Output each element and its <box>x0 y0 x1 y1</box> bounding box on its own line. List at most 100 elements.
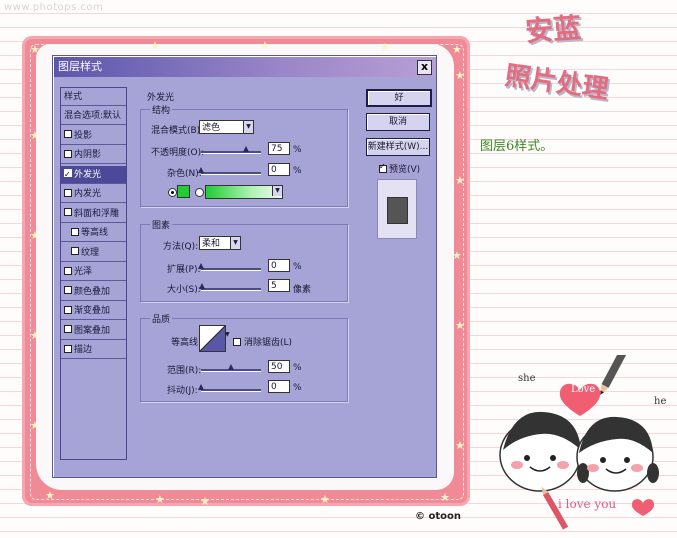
blend-mode-select[interactable]: 滤色 ▼ <box>199 120 254 134</box>
contour-picker[interactable] <box>199 325 226 352</box>
style-item-checkbox[interactable] <box>64 130 72 138</box>
size-input[interactable]: 5 <box>268 279 290 292</box>
star-icon: ★ <box>452 249 462 262</box>
range-slider-handle[interactable] <box>228 364 234 370</box>
style-item-label: 图案叠加 <box>74 325 111 336</box>
style-item-checkbox[interactable] <box>71 227 79 236</box>
gradient-radio[interactable] <box>195 188 204 197</box>
noise-slider[interactable] <box>201 172 261 175</box>
dialog-title: 图层样式 <box>58 60 102 73</box>
style-item[interactable]: 渐变叠加 <box>61 302 126 320</box>
style-item[interactable]: 等高线 <box>61 224 126 242</box>
style-item[interactable]: 纹理 <box>61 244 126 262</box>
style-item-label: 外发光 <box>74 169 102 180</box>
layer-style-dialog: 图层样式 x 样式 混合选项:默认投影内阴影外发光内发光斜面和浮雕等高线纹理光泽… <box>52 55 437 478</box>
star-icon: ★ <box>455 174 465 187</box>
cancel-button[interactable]: 取消 <box>366 113 430 131</box>
style-item[interactable]: 描边 <box>61 341 126 359</box>
style-item-checkbox[interactable] <box>64 266 72 275</box>
noise-unit: % <box>293 166 302 176</box>
star-icon: ★ <box>150 39 160 52</box>
chevron-down-icon[interactable]: ▼ <box>225 331 230 338</box>
gradient-picker[interactable]: ▼ <box>205 185 283 199</box>
spread-unit: % <box>293 262 302 272</box>
styles-header[interactable]: 样式 <box>61 88 126 106</box>
style-item-label: 描边 <box>74 345 93 355</box>
style-item-label: 内发光 <box>74 189 102 199</box>
spread-input[interactable]: 0 <box>268 259 290 272</box>
i-love-you-text: i love you <box>558 497 617 511</box>
style-item-checkbox[interactable] <box>64 286 72 294</box>
opacity-slider-handle[interactable] <box>243 146 249 152</box>
star-icon: ★ <box>455 319 465 332</box>
spread-slider[interactable] <box>201 268 261 271</box>
star-icon: ★ <box>440 491 450 504</box>
jitter-slider[interactable] <box>201 389 261 392</box>
opacity-slider[interactable] <box>201 151 261 154</box>
star-icon: ★ <box>155 493 165 506</box>
opacity-input[interactable]: 75 <box>268 142 290 155</box>
style-item-checkbox[interactable] <box>64 149 72 158</box>
technique-value: 柔和 <box>202 239 221 249</box>
style-item[interactable]: 光泽 <box>61 263 126 281</box>
jitter-label: 抖动(J): <box>167 386 198 396</box>
star-icon: ★ <box>30 229 40 242</box>
star-icon: ★ <box>30 129 40 142</box>
spread-label: 扩展(P): <box>167 265 201 275</box>
style-item-checkbox[interactable] <box>64 208 72 216</box>
preview-shape <box>387 197 408 224</box>
new-style-button[interactable]: 新建样式(W)... <box>366 138 430 156</box>
style-item[interactable]: 斜面和浮雕 <box>61 205 126 223</box>
style-item-label: 等高线 <box>81 228 109 238</box>
style-item-checkbox[interactable] <box>64 166 72 184</box>
antialias-checkbox[interactable] <box>233 338 241 346</box>
glow-color-swatch[interactable] <box>177 185 190 198</box>
style-item-checkbox[interactable] <box>64 188 72 197</box>
preview-label: 预览(V) <box>389 165 421 175</box>
technique-label: 方法(Q): <box>163 242 199 252</box>
style-item[interactable]: 内阴影 <box>61 146 126 164</box>
side-caption: 图层6样式。 <box>480 139 554 154</box>
style-item[interactable]: 颜色叠加 <box>61 283 126 301</box>
jitter-slider-handle[interactable] <box>198 384 204 390</box>
spread-slider-handle[interactable] <box>198 263 204 269</box>
preview-checkbox[interactable] <box>379 162 387 173</box>
size-slider-handle[interactable] <box>199 283 206 289</box>
style-item-label: 内阴影 <box>74 150 102 160</box>
solid-color-radio[interactable] <box>168 188 177 197</box>
star-icon: ★ <box>455 69 465 82</box>
style-item-label: 混合选项:默认 <box>64 111 122 121</box>
star-icon: ★ <box>200 495 210 508</box>
style-item[interactable]: 投影 <box>61 127 126 145</box>
chevron-down-icon: ▼ <box>243 121 253 133</box>
style-item-checkbox[interactable] <box>71 247 79 255</box>
dialog-titlebar[interactable]: 图层样式 x <box>54 57 435 77</box>
style-item[interactable]: 混合选项:默认 <box>61 107 126 125</box>
style-item[interactable]: 内发光 <box>61 185 126 203</box>
style-item-checkbox[interactable] <box>64 305 72 314</box>
noise-input[interactable]: 0 <box>268 163 290 176</box>
technique-select[interactable]: 柔和 ▼ <box>199 236 241 250</box>
style-item-label: 投影 <box>74 130 93 141</box>
style-item-checkbox[interactable] <box>64 344 72 353</box>
style-item-label: 纹理 <box>81 247 100 258</box>
style-item-checkbox[interactable] <box>64 325 72 333</box>
range-unit: % <box>293 363 302 373</box>
star-icon: ★ <box>455 439 465 452</box>
love-label: Love <box>571 384 596 395</box>
preview-thumbnail <box>377 179 417 239</box>
noise-slider-handle[interactable] <box>198 167 204 173</box>
close-button[interactable]: x <box>417 60 432 75</box>
jitter-input[interactable]: 0 <box>268 380 290 393</box>
he-label: he <box>654 396 667 407</box>
ok-button[interactable]: 好 <box>366 89 432 107</box>
size-slider[interactable] <box>201 288 261 291</box>
chevron-down-icon: ▼ <box>272 186 282 196</box>
style-item[interactable]: 外发光 <box>61 165 126 184</box>
size-label: 大小(S): <box>167 285 201 295</box>
range-input[interactable]: 50 <box>268 360 290 373</box>
styles-list-panel: 样式 混合选项:默认投影内阴影外发光内发光斜面和浮雕等高线纹理光泽颜色叠加渐变叠… <box>60 87 127 460</box>
star-icon: ★ <box>30 329 40 342</box>
contour-label: 等高线: <box>171 338 202 348</box>
style-item[interactable]: 图案叠加 <box>61 322 126 340</box>
